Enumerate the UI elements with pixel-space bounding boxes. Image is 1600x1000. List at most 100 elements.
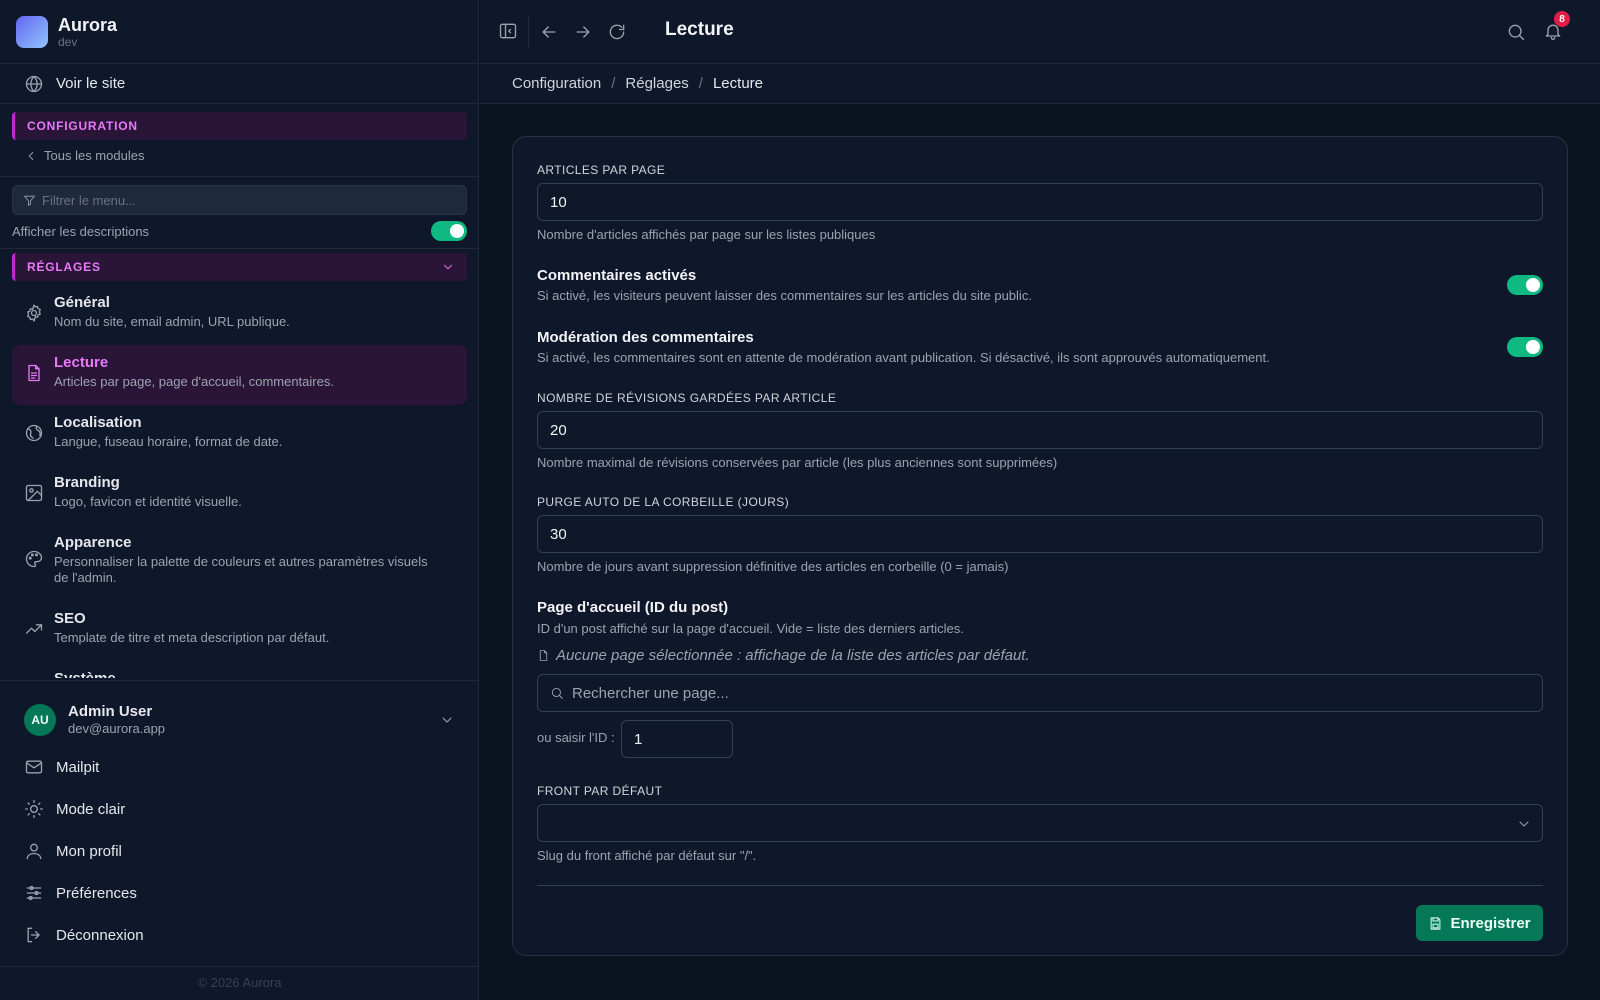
brand[interactable]: Aurora dev bbox=[0, 0, 478, 64]
homepage-title: Page d'accueil (ID du post) bbox=[537, 599, 729, 616]
user-name: Admin User bbox=[68, 703, 153, 720]
trash-purge-input[interactable]: 30 bbox=[537, 515, 1543, 553]
sidebar-item-title: Système bbox=[54, 669, 116, 678]
page-title: Lecture bbox=[665, 19, 734, 40]
sun-icon bbox=[25, 800, 43, 818]
sidebar-item-desc: Nom du site, email admin, URL publique. bbox=[54, 314, 290, 329]
sidebar-item-desc: Langue, fuseau horaire, format de date. bbox=[54, 434, 283, 449]
save-button[interactable]: Enregistrer bbox=[1416, 905, 1543, 941]
default-front-help: Slug du front affiché par défaut sur "/"… bbox=[537, 848, 757, 863]
sidebar-item-title: Général bbox=[54, 294, 110, 311]
visit-site-link[interactable]: Voir le site bbox=[0, 64, 478, 104]
sidebar-item-branding[interactable]: Branding Logo, favicon et identité visue… bbox=[12, 465, 467, 525]
homepage-empty-text: Aucune page sélectionnée : affichage de … bbox=[556, 647, 1030, 664]
homepage-id-input[interactable]: 1 bbox=[621, 720, 733, 758]
sidebar-item-desc: Articles par page, page d'accueil, comme… bbox=[54, 374, 334, 389]
breadcrumb-current: Lecture bbox=[712, 75, 764, 92]
page-search-placeholder: Rechercher une page... bbox=[572, 684, 729, 702]
breadcrumb-separator: / bbox=[698, 75, 703, 92]
logout-label: Déconnexion bbox=[56, 926, 144, 944]
chevron-left-icon bbox=[28, 151, 34, 160]
revisions-input[interactable]: 20 bbox=[537, 411, 1543, 449]
topbar-divider bbox=[528, 16, 529, 48]
show-descriptions-row: Afficher les descriptions bbox=[12, 221, 467, 241]
homepage-empty-note: Aucune page sélectionnée : affichage de … bbox=[537, 647, 1030, 664]
sidebar-item-systeme[interactable]: Système bbox=[12, 661, 467, 678]
sidebar-item-lecture[interactable]: Lecture Articles par page, page d'accuei… bbox=[12, 345, 467, 405]
avatar: AU bbox=[24, 704, 56, 736]
section-settings[interactable]: RÉGLAGES bbox=[12, 253, 467, 281]
light-mode-label: Mode clair bbox=[56, 800, 126, 818]
app-name: Aurora bbox=[58, 14, 118, 35]
sidebar-item-localisation[interactable]: Localisation Langue, fuseau horaire, for… bbox=[12, 405, 467, 465]
comments-enabled-desc: Si activé, les visiteurs peuvent laisser… bbox=[537, 288, 1032, 303]
profile-link[interactable]: Mon profil bbox=[24, 839, 122, 863]
palette-icon bbox=[25, 550, 43, 568]
sidebar-item-desc: Personnaliser la palette de couleurs et … bbox=[54, 554, 428, 585]
articles-per-page-label: ARTICLES PAR PAGE bbox=[537, 163, 666, 177]
trash-purge-label: PURGE AUTO DE LA CORBEILLE (JOURS) bbox=[537, 495, 790, 509]
default-front-select[interactable] bbox=[537, 804, 1543, 842]
sidebar-item-seo[interactable]: SEO Template de titre et meta descriptio… bbox=[12, 601, 467, 661]
all-modules-link[interactable]: Tous les modules bbox=[24, 148, 144, 163]
filter-icon bbox=[24, 195, 35, 206]
logout-button[interactable]: Déconnexion bbox=[24, 923, 144, 947]
sidebar-item-apparence[interactable]: Apparence Personnaliser la palette de co… bbox=[12, 525, 467, 601]
light-mode-button[interactable]: Mode clair bbox=[24, 797, 125, 821]
search-icon bbox=[551, 687, 563, 699]
preferences-link[interactable]: Préférences bbox=[24, 881, 137, 905]
sidebar-toggle-icon[interactable] bbox=[498, 21, 518, 41]
globe-icon bbox=[25, 424, 43, 442]
reading-settings-card: ARTICLES PAR PAGE 10 Nombre d'articles a… bbox=[512, 136, 1568, 956]
trending-up-icon bbox=[25, 624, 43, 634]
settings-menu: Général Nom du site, email admin, URL pu… bbox=[12, 285, 467, 678]
trash-purge-help: Nombre de jours avant suppression défini… bbox=[537, 559, 1009, 574]
section-settings-label: RÉGLAGES bbox=[27, 260, 101, 274]
sidebar-item-title: Localisation bbox=[54, 414, 142, 431]
arrow-left-icon[interactable] bbox=[539, 22, 559, 42]
chevron-down-icon bbox=[442, 717, 452, 723]
moderation-title: Modération des commentaires bbox=[537, 329, 754, 346]
moderation-toggle[interactable] bbox=[1507, 337, 1543, 357]
menu-filter-input[interactable]: Filtrer le menu... bbox=[12, 185, 467, 215]
revisions-help: Nombre maximal de révisions conservées p… bbox=[537, 455, 1058, 470]
breadcrumb-item[interactable]: Réglages bbox=[625, 75, 688, 92]
user-menu[interactable]: AU Admin User dev@aurora.app bbox=[24, 703, 455, 737]
refresh-icon[interactable] bbox=[607, 22, 627, 42]
section-configuration: CONFIGURATION bbox=[12, 112, 467, 140]
breadcrumb: Configuration / Réglages / Lecture bbox=[480, 64, 1600, 104]
mailpit-link[interactable]: Mailpit bbox=[24, 755, 99, 779]
app-logo bbox=[16, 15, 48, 48]
sidebar: Aurora dev Voir le site CONFIGURATION To… bbox=[0, 0, 479, 1000]
chevron-down-icon bbox=[444, 264, 452, 270]
sliders-icon bbox=[26, 885, 42, 901]
page-search-input[interactable]: Rechercher une page... bbox=[537, 674, 1543, 712]
all-modules-label: Tous les modules bbox=[44, 148, 145, 163]
show-descriptions-label: Afficher les descriptions bbox=[12, 223, 150, 239]
breadcrumb-item[interactable]: Configuration bbox=[512, 75, 601, 92]
logout-icon bbox=[27, 927, 40, 943]
copyright: © 2026 Aurora bbox=[197, 975, 282, 990]
revisions-label: NOMBRE DE RÉVISIONS GARDÉES PAR ARTICLE bbox=[537, 391, 837, 405]
arrow-right-icon[interactable] bbox=[573, 22, 593, 42]
menu-filter-placeholder: Filtrer le menu... bbox=[42, 192, 136, 208]
sidebar-item-general[interactable]: Général Nom du site, email admin, URL pu… bbox=[12, 285, 467, 345]
topbar bbox=[480, 0, 1600, 64]
user-email: dev@aurora.app bbox=[68, 721, 166, 736]
globe-icon bbox=[25, 75, 43, 92]
comments-enabled-toggle[interactable] bbox=[1507, 275, 1543, 295]
breadcrumb-separator: / bbox=[611, 75, 616, 92]
profile-label: Mon profil bbox=[56, 842, 122, 860]
search-icon[interactable] bbox=[1506, 22, 1526, 42]
mailpit-label: Mailpit bbox=[56, 758, 100, 776]
gear-icon bbox=[27, 304, 41, 322]
user-icon bbox=[26, 843, 42, 860]
articles-per-page-input[interactable]: 10 bbox=[537, 183, 1543, 221]
sidebar-divider bbox=[0, 248, 479, 249]
notification-badge: 8 bbox=[1554, 11, 1570, 27]
save-icon bbox=[1431, 916, 1441, 930]
sidebar-item-title: Lecture bbox=[54, 354, 109, 371]
image-icon bbox=[25, 484, 43, 502]
homepage-desc: ID d'un post affiché sur la page d'accue… bbox=[537, 621, 964, 636]
show-descriptions-toggle[interactable] bbox=[431, 221, 467, 241]
